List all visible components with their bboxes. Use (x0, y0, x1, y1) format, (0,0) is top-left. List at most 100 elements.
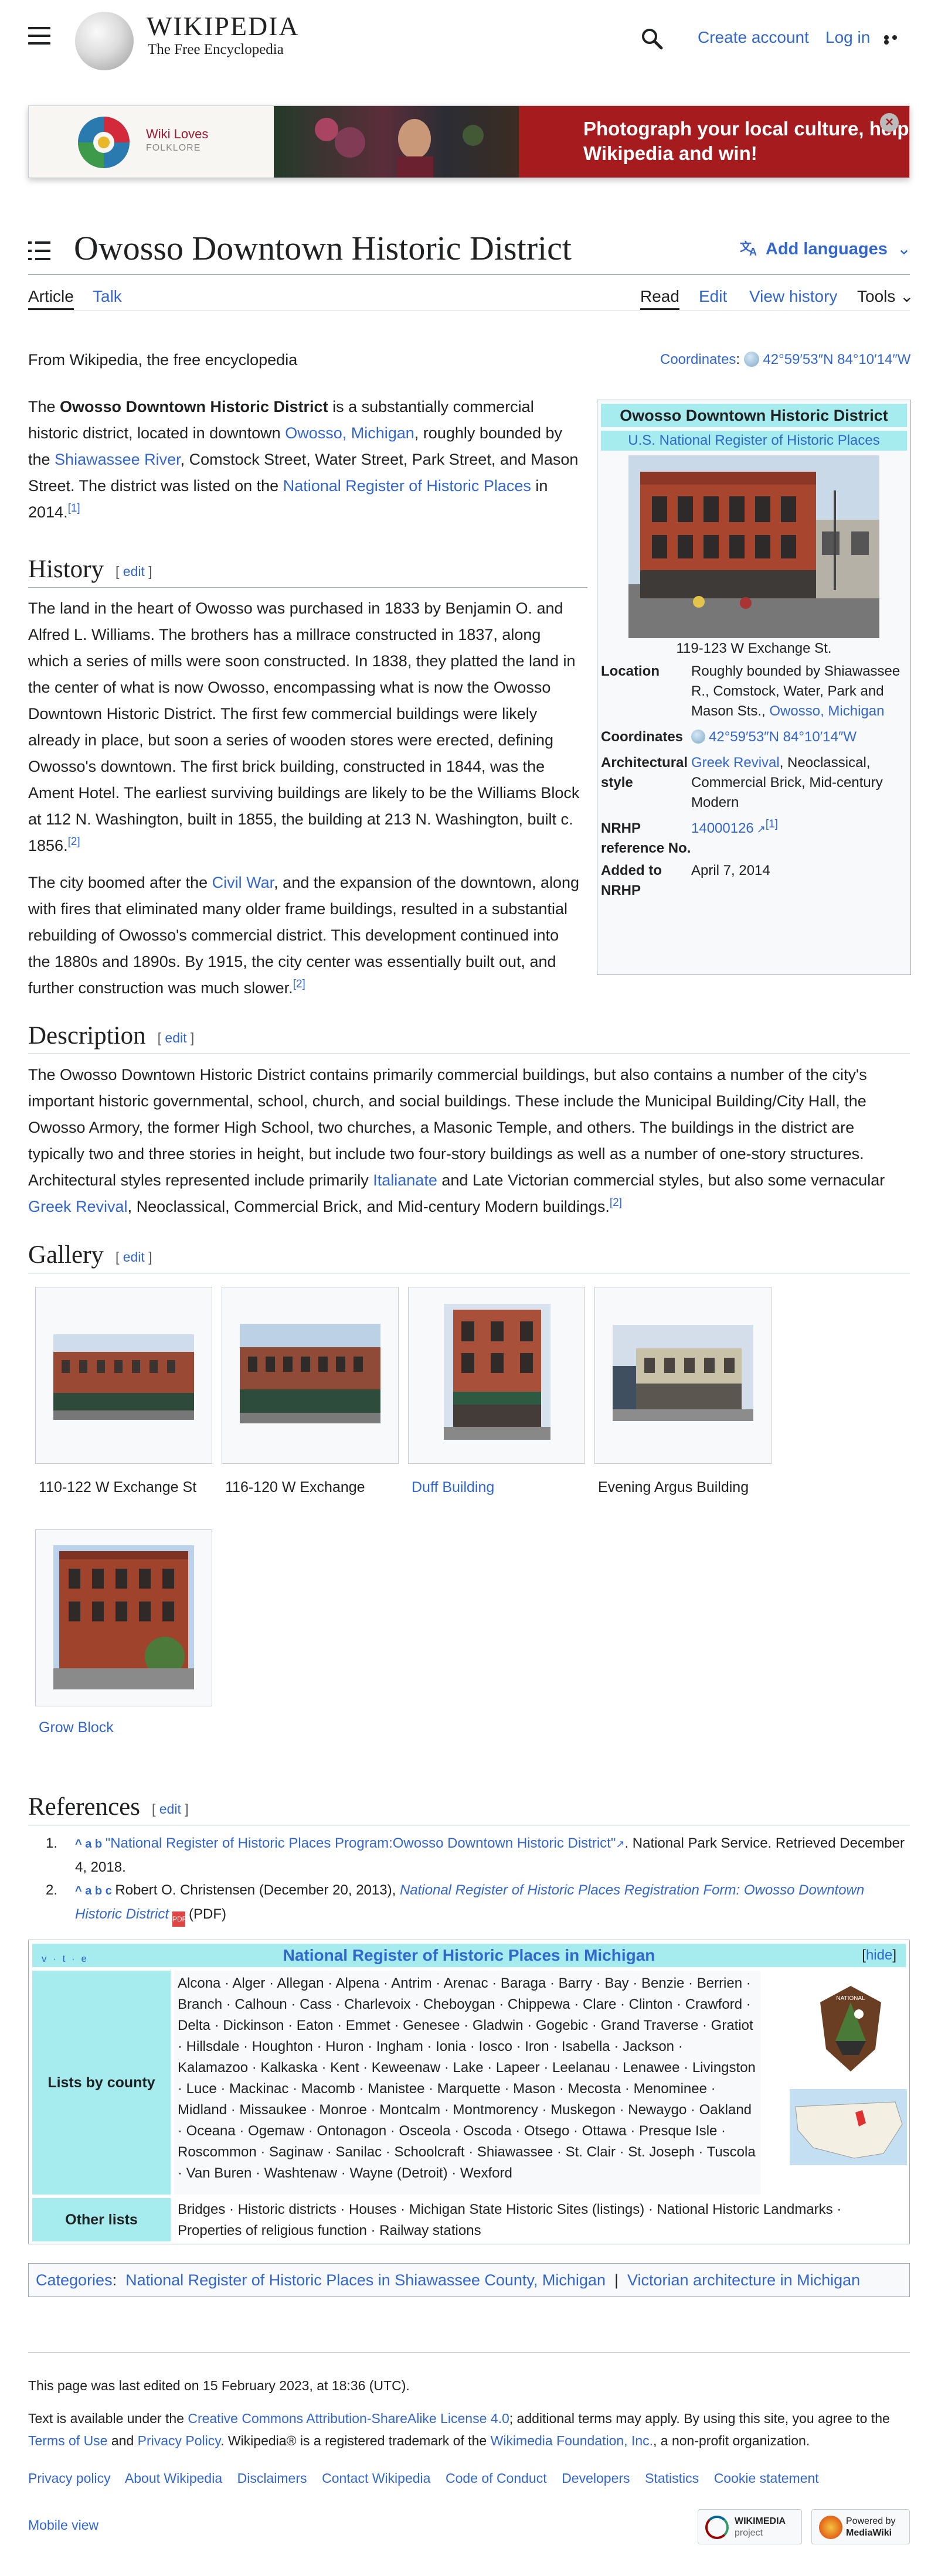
create-account-link[interactable]: Create account (698, 27, 809, 48)
search-icon[interactable] (640, 27, 664, 50)
infobox-row-coordinates: Coordinates 42°59′53″N 84°10′14″W (601, 727, 907, 747)
wikipedia-logo[interactable] (75, 12, 134, 70)
references-heading-text: References (28, 1793, 140, 1821)
greek-revival-link[interactable]: Greek Revival (28, 1198, 128, 1215)
site-header: WIKIPEDIA The Free Encyclopedia Create a… (0, 0, 938, 75)
gallery-caption-5[interactable]: Grow Block (39, 1717, 114, 1738)
campaign-banner[interactable]: Wiki Loves FOLKLORE Photograph your local… (28, 105, 910, 178)
tab-view-history[interactable]: View history (749, 285, 837, 308)
owosso-link[interactable]: Owosso, Michigan (285, 424, 414, 442)
license-fragment: Text is available under the (28, 2411, 188, 2426)
wmf-link[interactable]: Wikimedia Foundation, Inc. (491, 2433, 653, 2448)
footer-link-about[interactable]: About Wikipedia (125, 2471, 222, 2486)
history-paragraph-1: The land in the heart of Owosso was purc… (28, 595, 585, 859)
brick-building-photo (628, 455, 879, 638)
footer-link-disclaimers[interactable]: Disclaimers (237, 2471, 307, 2486)
category-link[interactable]: National Register of Historic Places in … (125, 2271, 606, 2289)
navbox-title[interactable]: National Register of Historic Places in … (283, 1946, 655, 1964)
greek-revival-link[interactable]: Greek Revival (691, 755, 780, 771)
gallery-item-1[interactable] (35, 1287, 212, 1464)
wikipedia-wordmark[interactable]: WIKIPEDIA (147, 13, 300, 40)
county-list[interactable]: Alcona · Alger · Allegan · Alpena · Antr… (174, 1971, 760, 2195)
coordinates-value[interactable]: 42°59′53″N 84°10′14″W (763, 352, 910, 367)
main-menu-icon[interactable] (28, 27, 50, 45)
owosso-link[interactable]: Owosso, Michigan (769, 703, 884, 719)
more-options-icon[interactable] (884, 35, 908, 45)
mediawiki-badge[interactable]: Powered by MediaWiki (811, 2509, 910, 2544)
infobox-row-location: Location Roughly bounded by Shiawassee R.… (601, 662, 907, 721)
ref-backlinks[interactable]: ^ a b c (75, 1885, 115, 1897)
us-map-icon (790, 2089, 907, 2165)
footer-link-privacy[interactable]: Privacy policy (28, 2471, 111, 2486)
shiawassee-river-link[interactable]: Shiawassee River (55, 451, 181, 468)
infobox-caption: 119-123 W Exchange St. (676, 640, 832, 656)
banner-photo-art (315, 118, 484, 178)
gallery-photo (444, 1304, 550, 1440)
other-lists[interactable]: Bridges · Historic districts · Houses · … (174, 2198, 906, 2241)
infobox-key: Added to NRHP (601, 863, 662, 898)
tab-talk[interactable]: Talk (93, 285, 122, 308)
italianate-link[interactable]: Italianate (373, 1171, 437, 1189)
privacy-link[interactable]: Privacy Policy (138, 2433, 220, 2448)
gallery-item-5[interactable] (35, 1529, 212, 1706)
footer-link-conduct[interactable]: Code of Conduct (446, 2471, 547, 2486)
description-paragraph: The Owosso Downtown Historic District co… (28, 1062, 912, 1220)
close-icon[interactable]: × (880, 113, 899, 132)
reference-1-link[interactable]: "National Register of Historic Places Pr… (106, 1835, 616, 1851)
footer-link-cookies[interactable]: Cookie statement (714, 2471, 819, 2486)
log-in-link[interactable]: Log in (825, 27, 870, 48)
coordinates-label[interactable]: Coordinates (660, 352, 736, 367)
table-of-contents-icon[interactable] (28, 241, 50, 260)
add-languages-button[interactable]: 文 A Add languages ⌄ (740, 236, 911, 263)
gallery-caption-3[interactable]: Duff Building (412, 1477, 494, 1498)
tab-read[interactable]: Read (640, 285, 679, 310)
nrhp-link[interactable]: National Register of Historic Places (283, 477, 531, 495)
wikimedia-badge[interactable]: WIKIMEDIA project (698, 2509, 802, 2544)
citation-link[interactable]: [1] (68, 502, 80, 514)
footer-link-contact[interactable]: Contact Wikipedia (322, 2471, 430, 2486)
footer-link-developers[interactable]: Developers (562, 2471, 630, 2486)
tools-menu[interactable]: Tools ⌄ (857, 285, 914, 308)
history-heading: History[ edit ] (28, 556, 152, 583)
citation-link[interactable]: [2] (293, 978, 305, 990)
edit-section-link[interactable]: edit (123, 564, 145, 579)
infobox-subtitle-link[interactable]: U.S. National Register of Historic Place… (628, 432, 880, 448)
gallery-photo (53, 1545, 194, 1689)
edit-section-link[interactable]: edit (165, 1030, 186, 1045)
footer-link-statistics[interactable]: Statistics (645, 2471, 699, 2486)
cc-license-link[interactable]: Creative Commons Attribution-ShareAlike … (188, 2411, 509, 2426)
mobile-view-link[interactable]: Mobile view (28, 2514, 98, 2536)
chevron-down-icon: ⌄ (900, 287, 914, 305)
gallery-item-2[interactable] (222, 1287, 399, 1464)
footer-links: Privacy policy About Wikipedia Disclaime… (28, 2467, 819, 2489)
tab-edit[interactable]: Edit (699, 285, 727, 308)
nrhp-reference-link[interactable]: 14000126 (691, 820, 754, 836)
infobox: Owosso Downtown Historic District U.S. N… (597, 400, 911, 975)
reference-format: (PDF) (189, 1906, 226, 1922)
citation-link[interactable]: [2] (610, 1197, 622, 1209)
banner-message[interactable]: Photograph your local culture, help Wiki… (519, 106, 909, 178)
citation-link[interactable]: [2] (68, 836, 80, 848)
terms-link[interactable]: Terms of Use (28, 2433, 107, 2448)
categories-link[interactable]: Categories (36, 2271, 113, 2289)
description-heading: Description[ edit ] (28, 1022, 195, 1050)
ref-backlinks[interactable]: ^ a b (75, 1838, 106, 1851)
edit-section-link[interactable]: edit (123, 1249, 145, 1265)
badge-text: MediaWiki (846, 2528, 892, 2538)
badge-text: Powered by (846, 2516, 896, 2526)
civil-war-link[interactable]: Civil War (212, 874, 274, 891)
gallery-item-4[interactable] (594, 1287, 772, 1464)
edit-section-link[interactable]: edit (159, 1801, 181, 1817)
infobox-photo[interactable] (628, 455, 879, 638)
chevron-down-icon: ⌄ (896, 240, 912, 258)
description-text: The Owosso Downtown Historic District co… (28, 1066, 867, 1189)
license-fragment: and (107, 2433, 138, 2448)
citation-link[interactable]: [1] (766, 818, 778, 830)
coordinates-link[interactable]: 42°59′53″N 84°10′14″W (709, 729, 857, 745)
gallery-photo (240, 1324, 380, 1423)
category-link[interactable]: Victorian architecture in Michigan (627, 2271, 860, 2289)
navbox-vte-links[interactable]: v · t · e (42, 1947, 89, 1971)
gallery-item-3[interactable] (408, 1287, 585, 1464)
navbox-hide-link[interactable]: hide (866, 1947, 892, 1963)
tab-article[interactable]: Article (28, 285, 74, 310)
